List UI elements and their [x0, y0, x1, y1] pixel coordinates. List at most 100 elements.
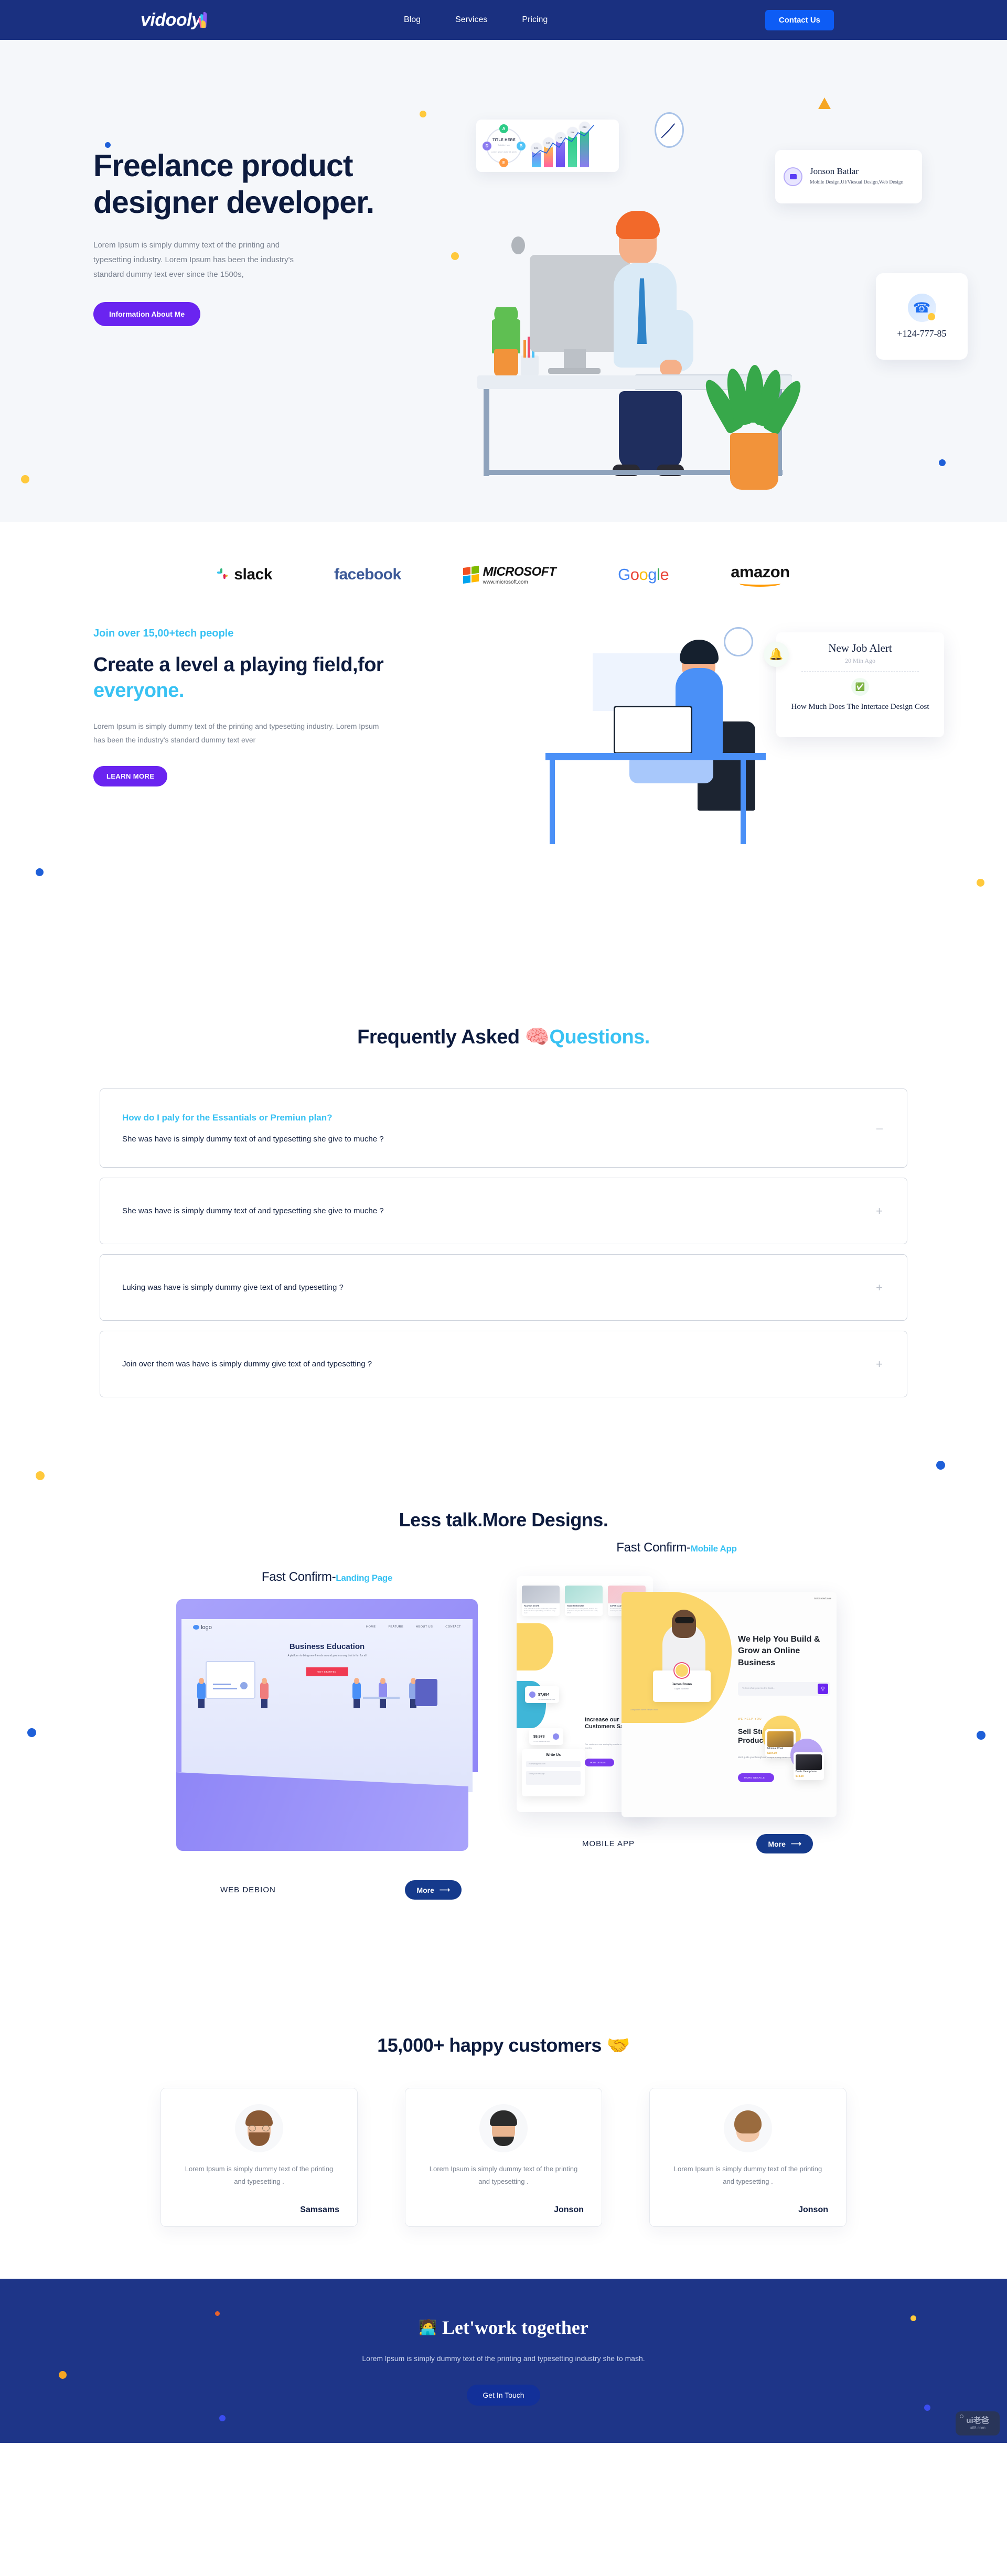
get-in-touch-button[interactable]: Get In Touch: [467, 2385, 540, 2406]
watermark: ui老爸 uil8.com: [956, 2411, 1000, 2435]
testimonials-title: 15,000+ happy customers 🤝: [377, 2034, 630, 2056]
brand-label: slack: [234, 566, 272, 583]
decor-triangle: [818, 98, 831, 109]
mock-nav: HOME FEATURE ABOUT US CONTACT: [366, 1625, 461, 1629]
brain-icon: 🧠: [524, 1026, 550, 1048]
decor-dot: [27, 1728, 36, 1737]
project-label: Fast Confirm-Landing Page: [261, 1570, 393, 1584]
donut-body: Lorem Ipsum dolor sit amet,: [491, 150, 517, 153]
video-camera-icon: [784, 167, 802, 186]
faq-item[interactable]: How do I paly for the Essantials or Prem…: [100, 1088, 907, 1168]
mock-get-started-link: Get Started Now: [813, 1597, 831, 1600]
mock-stat-label: TOTAL REVENUE 2019: [538, 1698, 555, 1700]
designs-section: Less talk.More Designs. Fast Confirm-Lan…: [0, 1492, 1007, 2022]
landing-mock-screen: logo HOME FEATURE ABOUT US CONTACT Busin…: [181, 1619, 473, 1792]
faq-toggle-icon[interactable]: +: [876, 1205, 883, 1217]
nav-item-services[interactable]: Services: [455, 15, 487, 25]
nav-item-blog[interactable]: Blog: [404, 15, 421, 25]
more-label: More: [768, 1839, 786, 1848]
testimonial-name: Jonson: [798, 2205, 828, 2214]
nav-item-pricing[interactable]: Pricing: [522, 15, 548, 25]
faq-list: How do I paly for the Essantials or Prem…: [100, 1088, 907, 1397]
contact-us-button[interactable]: Contact Us: [765, 9, 834, 30]
shield-icon: ✅: [851, 678, 869, 696]
brand-label: facebook: [334, 566, 401, 583]
logo-text: vidooly: [141, 10, 201, 30]
decor-dot: [21, 475, 29, 483]
watermark-bottom: uil8.com: [970, 2426, 985, 2430]
mock-stat-value: $9,978: [533, 1735, 545, 1739]
donut-node-a: A: [499, 124, 508, 133]
profile-name: Jonson Batlar: [810, 166, 859, 177]
faq-toggle-icon[interactable]: –: [876, 1122, 883, 1134]
testimonial-card: Lorem Ipsum is simply dummy text of the …: [649, 2088, 847, 2227]
faq-item[interactable]: She was have is simply dummy text of and…: [100, 1178, 907, 1244]
decor-dot: [420, 111, 426, 117]
microsoft-icon: [463, 565, 479, 584]
level-copy: Join over 15,00+tech people Create a lev…: [93, 628, 440, 786]
mock-product-card: Beats Headphone $74.00: [794, 1752, 824, 1780]
decor-dot: [215, 2311, 220, 2316]
hero-title: Freelance product designer developer.: [93, 148, 374, 220]
level-eyebrow: Join over 15,00+tech people: [93, 628, 234, 639]
information-about-me-button[interactable]: Information About Me: [93, 301, 201, 326]
site-header: vidooly Blog Services Pricing Contact Us: [0, 0, 1007, 40]
create-level-section: Join over 15,00+tech people Create a lev…: [0, 627, 1007, 1005]
faq-item[interactable]: Join over them was have is simply dummy …: [100, 1331, 907, 1397]
brand-label: MICROSOFT: [483, 564, 556, 579]
project-landing-page: Fast Confirm-Landing Page: [176, 1570, 478, 1585]
main-nav: Blog Services Pricing: [404, 15, 548, 25]
testimonials-row: Lorem Ipsum is simply dummy text of the …: [0, 2088, 1007, 2227]
job-alert-time: 20 Min Ago: [844, 657, 875, 664]
decor-dot: [910, 2315, 916, 2321]
logo[interactable]: vidooly: [141, 11, 208, 29]
mock-message-field: Enter your message: [526, 1771, 581, 1785]
mock-search-input: Tell us what you need to build... ⚲: [738, 1682, 830, 1696]
mock-nav-home: HOME: [366, 1625, 376, 1629]
mock-nav-about: ABOUT US: [416, 1625, 433, 1629]
mock-stat-value: $7,654: [538, 1693, 550, 1697]
mock-tile-name: HOME FURNITURE: [567, 1605, 584, 1607]
faq-answer: She was have is simply dummy text of and…: [122, 1135, 384, 1144]
amazon-smile-icon: [740, 580, 781, 587]
logo-pencil-icon: [198, 12, 208, 28]
landing-more-button[interactable]: More ⟶: [405, 1880, 462, 1900]
mock-tile-name: FASHION STORE: [524, 1605, 540, 1607]
level-illustration: 🔔 New Job Alert 20 Min Ago ✅ How Much Do…: [524, 622, 944, 936]
mobile-more-button[interactable]: More ⟶: [756, 1834, 813, 1853]
bar-chart: 10K 15K 19K 21K 23K: [531, 122, 613, 167]
donut-diagram: A B D E TITLE HERE Subtitle Here Lorem I…: [483, 124, 526, 167]
footer-title: 🧑‍💻 Let'work together: [419, 2317, 588, 2338]
faq-section: Frequently Asked 🧠Questions. How do I pa…: [0, 1005, 1007, 1492]
mock-sell-cta: MORE DETAILS: [738, 1773, 775, 1782]
landing-project-footer: WEB DEBION More ⟶: [220, 1880, 462, 1900]
avatar: [724, 2104, 772, 2152]
mock-search-placeholder: Tell us what you need to build...: [742, 1687, 775, 1689]
wall-clock-icon: [655, 112, 684, 148]
footer-section: 🧑‍💻 Let'work together Lorem lpsum is sim…: [0, 2279, 1007, 2443]
brand-label: amazon: [731, 563, 790, 581]
more-label: More: [416, 1885, 434, 1894]
job-alert-question: How Much Does The Intertace Design Cost: [791, 703, 929, 711]
testimonials-section: 15,000+ happy customers 🤝 Lorem Ipsum is…: [0, 2022, 1007, 2279]
desk-scene-illustration: [462, 192, 808, 496]
donut-node-e: E: [499, 158, 508, 167]
watermark-dot-icon: [960, 2415, 963, 2418]
mock-nav-feature: FEATURE: [388, 1625, 404, 1629]
project-tag: MOBILE APP: [582, 1839, 635, 1848]
avatar: [479, 2104, 528, 2152]
slack-icon: [217, 568, 230, 581]
landing-page-mockup: logo HOME FEATURE ABOUT US CONTACT Busin…: [176, 1599, 478, 1851]
faq-toggle-icon[interactable]: +: [876, 1281, 883, 1294]
mock-nav-contact: CONTACT: [445, 1625, 461, 1629]
watermark-top: ui老爸: [966, 2416, 989, 2425]
learn-more-button[interactable]: LEARN MORE: [93, 766, 168, 786]
brand-sublabel: www.microsoft.com: [483, 579, 528, 585]
faq-toggle-icon[interactable]: +: [876, 1358, 883, 1370]
bell-icon: 🔔: [764, 642, 789, 667]
faq-item[interactable]: Luking was have is simply dummy give tex…: [100, 1254, 907, 1321]
mock-people-illustration: [195, 1635, 459, 1708]
mock-sell-eyebrow: WE HELP YOU: [738, 1718, 762, 1721]
faq-title: Frequently Asked 🧠Questions.: [357, 1026, 650, 1048]
brand-amazon: amazon: [731, 563, 790, 587]
